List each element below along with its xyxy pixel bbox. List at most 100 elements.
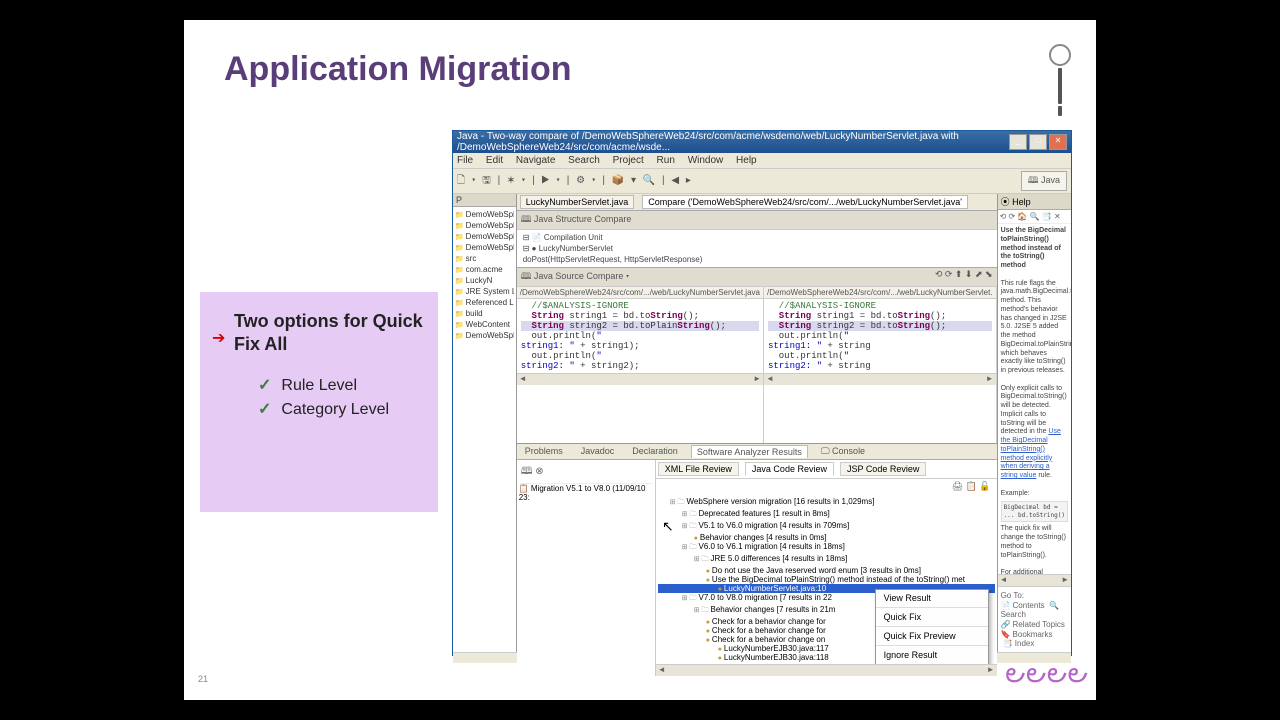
editor-tabs[interactable]: LuckyNumberServlet.java Compare ('DemoWe… xyxy=(517,194,997,211)
editor-tab[interactable]: LuckyNumberServlet.java xyxy=(520,195,635,209)
tab-javadoc[interactable]: Javadoc xyxy=(576,445,620,458)
scrollbar[interactable] xyxy=(656,664,997,676)
help-example-label: Example: xyxy=(1001,490,1030,497)
menu-run[interactable]: Run xyxy=(657,155,675,166)
editor-tab-compare[interactable]: Compare ('DemoWebSphereWeb24/src/com/...… xyxy=(642,195,968,209)
package-explorer[interactable]: P 🛛 DemoWebSphereDemoWebSphereDemoWebSph… xyxy=(453,194,517,652)
goto-bookmarks[interactable]: Bookmarks xyxy=(1013,630,1053,639)
page-number: 21 xyxy=(198,674,208,684)
ctx-quick-fix[interactable]: Quick Fix xyxy=(876,609,988,625)
compare-tools[interactable]: ⟲ ⟳ ⬆ ⬇ ⬈ ⬊ xyxy=(935,269,993,285)
result-node[interactable]: Deprecated features [1 result in 8ms] xyxy=(658,509,995,521)
scrollbar[interactable] xyxy=(998,574,1071,586)
context-menu[interactable]: View Result Quick Fix Quick Fix Preview … xyxy=(875,589,989,664)
toolbar[interactable]: 🗋 ▾ 🖫 | ✶ ▾ | ▶ ▾ | ⚙ ▾ | 📦 ▾ 🔍 | ◀ ▸ 🕮 … xyxy=(453,168,1071,194)
ide-window: Java - Two-way compare of /DemoWebSphere… xyxy=(452,130,1072,656)
help-text: The quick fix will change the toString()… xyxy=(1001,525,1066,558)
scrollbar[interactable] xyxy=(764,373,996,385)
package-tree-item[interactable]: DemoWebSphere xyxy=(455,220,514,231)
compare-left[interactable]: /DemoWebSphereWeb24/src/com/.../web/Luck… xyxy=(517,287,764,443)
result-node[interactable]: Use the BigDecimal toPlainString() metho… xyxy=(658,575,995,584)
tab-java-review[interactable]: Java Code Review xyxy=(745,462,834,476)
menu-window[interactable]: Window xyxy=(688,155,724,166)
result-node[interactable]: Behavior changes [4 results in 0ms] xyxy=(658,533,995,542)
tab-analyzer-results[interactable]: Software Analyzer Results xyxy=(691,445,808,458)
ctx-view-result[interactable]: View Result xyxy=(876,590,988,606)
tab-declaration[interactable]: Declaration xyxy=(627,445,683,458)
result-node[interactable]: JRE 5.0 differences [4 results in 18ms] xyxy=(658,554,995,566)
menu-search[interactable]: Search xyxy=(568,155,600,166)
menu-help[interactable]: Help xyxy=(736,155,757,166)
menu-navigate[interactable]: Navigate xyxy=(516,155,555,166)
migration-tools[interactable]: 🕮 ⊗ xyxy=(519,462,653,484)
package-tree-item[interactable]: src xyxy=(455,253,514,264)
result-node[interactable]: V5.1 to V6.0 migration [4 results in 709… xyxy=(658,521,995,533)
tab-console[interactable]: 🖵 Console xyxy=(816,445,870,458)
slide-title: Application Migration xyxy=(224,50,572,89)
package-tree-item[interactable]: LuckyN xyxy=(455,275,514,286)
package-tree-item[interactable]: JRE System Li xyxy=(455,286,514,297)
help-toolbar[interactable]: ⟲ ⟳ 🏠 🔍 📑 ✕ xyxy=(998,210,1071,224)
callout-item: ✓Rule Level xyxy=(258,375,424,395)
tab-jsp-review[interactable]: JSP Code Review xyxy=(840,462,926,476)
menu-bar[interactable]: File Edit Navigate Search Project Run Wi… xyxy=(453,153,1071,168)
goto-search[interactable]: Search xyxy=(1001,610,1026,619)
source-compare: 🕮 Java Source Compare ▾ ⟲ ⟳ ⬆ ⬇ ⬈ ⬊ /Dem… xyxy=(517,268,997,443)
menu-project[interactable]: Project xyxy=(613,155,644,166)
result-tabs[interactable]: XML File Review Java Code Review JSP Cod… xyxy=(656,460,997,479)
structure-compare: 🕮 Java Structure Compare ⊟ 📄 Compilation… xyxy=(517,211,997,268)
package-tree-item[interactable]: DemoWebSphere xyxy=(455,209,514,220)
package-tree-item[interactable]: WebContent xyxy=(455,319,514,330)
minimize-button[interactable]: _ xyxy=(1009,134,1027,150)
migration-history[interactable]: 🕮 ⊗ 📋 Migration V5.1 to V8.0 (11/09/10 2… xyxy=(517,460,656,676)
tree-node[interactable]: doPost(HttpServletRequest, HttpServletRe… xyxy=(523,254,991,265)
callout-item: ✓Category Level xyxy=(258,399,424,419)
ctx-quick-fix-all[interactable]: Quick Fix All xyxy=(876,663,988,664)
scrollbar[interactable] xyxy=(517,373,763,385)
package-tree-item[interactable]: com.acme xyxy=(455,264,514,275)
window-title: Java - Two-way compare of /DemoWebSphere… xyxy=(457,131,1009,153)
package-tree-item[interactable]: build xyxy=(455,308,514,319)
package-tree-item[interactable]: DemoWebSphere xyxy=(455,242,514,253)
maximize-button[interactable]: □ xyxy=(1029,134,1047,150)
package-explorer-tab[interactable]: P 🛛 xyxy=(453,194,516,207)
results-tree[interactable]: WebSphere version migration [16 results … xyxy=(656,495,997,664)
callout-box: ➔ Two options for Quick Fix All ✓Rule Le… xyxy=(200,292,438,512)
result-node[interactable]: Do not use the Java reserved word enum [… xyxy=(658,566,995,575)
toolbar-icons[interactable]: 🗋 ▾ 🖫 | ✶ ▾ | ▶ ▾ | ⚙ ▾ | 📦 ▾ 🔍 | ◀ ▸ xyxy=(457,173,693,190)
left-file-path: /DemoWebSphereWeb24/src/com/.../web/Luck… xyxy=(517,287,763,299)
ibm-logo xyxy=(1046,44,1074,100)
result-node[interactable]: V6.0 to V6.1 migration [4 results in 18m… xyxy=(658,542,995,554)
tree-node[interactable]: ⊟ 📄 Compilation Unit xyxy=(523,232,991,243)
menu-edit[interactable]: Edit xyxy=(486,155,503,166)
help-example: BigDecimal bd = ... bd.toString() xyxy=(1001,501,1068,522)
package-tree-item[interactable]: DemoWebSphere xyxy=(455,231,514,242)
menu-file[interactable]: File xyxy=(457,155,473,166)
tab-xml-review[interactable]: XML File Review xyxy=(658,462,739,476)
ctx-quick-fix-preview[interactable]: Quick Fix Preview xyxy=(876,628,988,644)
structure-compare-header: 🕮 Java Structure Compare xyxy=(517,211,997,230)
right-file-path: /DemoWebSphereWeb24/src/com/.../web/Luck… xyxy=(764,287,996,299)
close-button[interactable]: ✕ xyxy=(1049,134,1067,150)
tab-problems[interactable]: Problems xyxy=(520,445,568,458)
help-text: This rule flags the java.math.BigDecimal… xyxy=(1001,280,1071,375)
goto-contents[interactable]: Contents xyxy=(1013,601,1045,610)
goto-index[interactable]: Index xyxy=(1015,639,1035,648)
lower-tabs[interactable]: Problems Javadoc Declaration Software An… xyxy=(517,444,997,460)
migration-run[interactable]: 📋 Migration V5.1 to V8.0 (11/09/10 23: xyxy=(519,484,653,502)
arrow-icon: ➔ xyxy=(212,328,225,348)
source-compare-header: 🕮 Java Source Compare ▾ xyxy=(521,269,630,285)
ctx-ignore-result[interactable]: Ignore Result xyxy=(876,647,988,663)
package-tree-item[interactable]: DemoWebSphere xyxy=(455,330,514,341)
compare-right[interactable]: /DemoWebSphereWeb24/src/com/.../web/Luck… xyxy=(764,287,997,443)
help-title: Use the BigDecimal toPlainString() metho… xyxy=(1001,227,1066,269)
help-tab[interactable]: ⦿ Help 🛛 xyxy=(998,194,1071,210)
package-tree-item[interactable]: Referenced Li xyxy=(455,297,514,308)
help-panel: ⦿ Help 🛛 ⟲ ⟳ 🏠 🔍 📑 ✕ Use the BigDecimal … xyxy=(997,194,1071,652)
goto-related[interactable]: Related Topics xyxy=(1013,620,1065,629)
result-node[interactable]: WebSphere version migration [16 results … xyxy=(658,497,995,509)
result-tools[interactable]: 🖨 📋 🔓 xyxy=(656,479,997,495)
perspective-java[interactable]: 🕮 Java xyxy=(1021,171,1067,191)
window-titlebar[interactable]: Java - Two-way compare of /DemoWebSphere… xyxy=(453,131,1071,153)
tree-node[interactable]: ⊟ ● LuckyNumberServlet xyxy=(523,243,991,254)
